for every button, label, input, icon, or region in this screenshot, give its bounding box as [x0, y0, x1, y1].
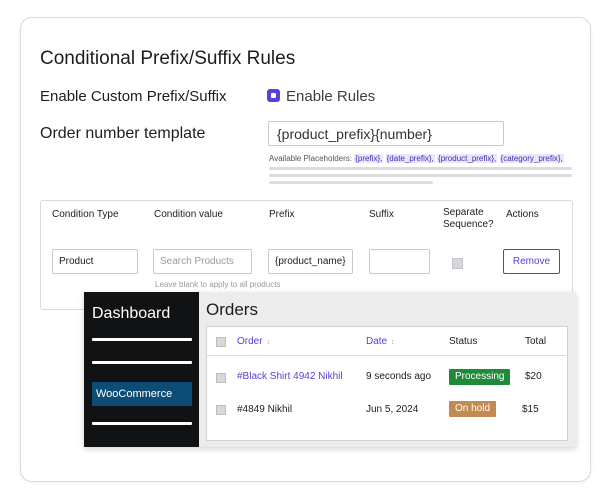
row-checkbox[interactable] — [216, 373, 226, 383]
prefix-input[interactable]: {product_name} — [268, 249, 353, 274]
skeleton-line — [269, 167, 572, 170]
header-suffix: Suffix — [369, 209, 394, 220]
order-total: $20 — [525, 371, 542, 382]
enable-rules-checkbox[interactable] — [268, 90, 279, 101]
separate-sequence-checkbox[interactable] — [452, 258, 463, 269]
header-date[interactable]: Date ↕ — [366, 336, 395, 347]
sort-icon[interactable]: ↕ — [267, 339, 271, 346]
placeholders-hint: Available Placeholders: {prefix}, {date_… — [269, 154, 564, 163]
sidebar-item-placeholder[interactable] — [92, 361, 192, 364]
enable-rules-label[interactable]: Enable Rules — [286, 88, 375, 105]
header-actions: Actions — [506, 209, 539, 220]
select-all-checkbox[interactable] — [216, 337, 226, 347]
condition-value-hint: Leave blank to apply to all products — [155, 280, 281, 289]
remove-rule-button[interactable]: Remove — [503, 249, 560, 274]
status-badge: On hold — [449, 401, 497, 417]
header-order[interactable]: Order ↕ — [237, 336, 270, 347]
skeleton-line — [269, 181, 433, 184]
sort-icon[interactable]: ↕ — [391, 339, 395, 346]
status-badge: Processing — [449, 369, 511, 385]
sidebar-item-woocommerce[interactable]: WooCommerce — [92, 382, 192, 406]
order-total: $15 — [522, 404, 539, 415]
sidebar-item-placeholder[interactable] — [92, 338, 192, 341]
header-condition-value: Condition value — [154, 209, 223, 220]
header-condition-type: Condition Type — [52, 209, 119, 220]
header-total: Total — [525, 336, 547, 347]
template-label: Order number template — [40, 125, 206, 142]
header-separate-sequence: Separate Sequence? — [443, 207, 494, 230]
placeholder-tag: {prefix}, — [354, 154, 384, 163]
suffix-input[interactable] — [369, 249, 430, 274]
order-date: 9 seconds ago — [366, 371, 432, 382]
placeholder-tag: {product_prefix}, — [437, 154, 498, 163]
sidebar-item-dashboard[interactable]: Dashboard — [92, 305, 170, 323]
header-status: Status — [449, 336, 478, 347]
orders-title: Orders — [206, 300, 258, 319]
skeleton-line — [269, 174, 572, 177]
header-prefix: Prefix — [269, 209, 295, 220]
placeholders-label: Available Placeholders: — [269, 154, 353, 163]
sidebar-item-placeholder[interactable] — [92, 422, 192, 425]
orders-header-divider — [207, 355, 566, 356]
order-date: Jun 5, 2024 — [366, 404, 419, 415]
header-date-label[interactable]: Date — [366, 336, 387, 347]
row-checkbox[interactable] — [216, 405, 226, 415]
condition-type-select[interactable]: Product — [52, 249, 138, 274]
placeholder-tag: {date_prefix}, — [385, 154, 435, 163]
order-link[interactable]: #4849 Nikhil — [237, 404, 292, 415]
enable-custom-label: Enable Custom Prefix/Suffix — [40, 88, 227, 105]
header-order-label[interactable]: Order — [237, 336, 263, 347]
order-link[interactable]: #Black Shirt 4942 Nikhil — [237, 371, 343, 382]
page-title: Conditional Prefix/Suffix Rules — [40, 48, 296, 69]
order-template-input[interactable]: {product_prefix}{number} — [268, 121, 504, 146]
placeholder-tag: {category_prefix}, — [499, 154, 564, 163]
condition-value-search[interactable]: Search Products — [153, 249, 252, 274]
